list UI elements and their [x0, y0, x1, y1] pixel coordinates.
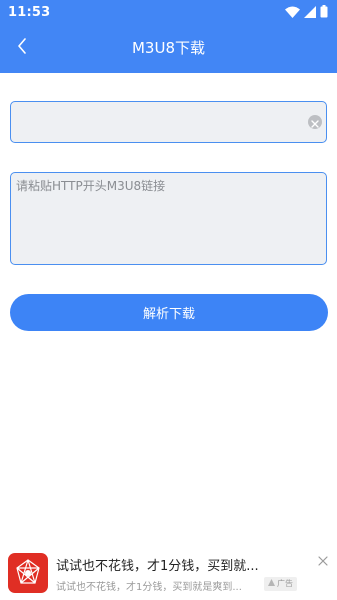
ad-app-logo	[8, 553, 48, 593]
clear-button[interactable]	[308, 115, 322, 129]
m3u8-link-input[interactable]	[10, 172, 327, 265]
ad-badge-label: 广告	[277, 579, 293, 588]
wifi-icon	[285, 3, 300, 22]
status-time: 11:53	[8, 4, 51, 20]
toolbar: M3U8下载	[0, 24, 337, 73]
close-icon	[318, 551, 328, 570]
parse-download-button[interactable]: 解析下载	[10, 294, 328, 331]
ad-subtitle: 试试也不花钱，才1分钱，买到就是爽到...	[56, 582, 242, 593]
page-title: M3U8下载	[131, 39, 205, 57]
status-bar: 11:53	[0, 0, 337, 24]
battery-icon	[320, 3, 328, 22]
back-button[interactable]	[8, 34, 36, 62]
ad-badge: 广告	[264, 577, 297, 591]
chevron-left-icon	[17, 38, 27, 58]
status-icons	[285, 3, 328, 22]
ad-close-button[interactable]	[316, 553, 330, 567]
ad-banner[interactable]: 试试也不花钱，才1分钱，买到就... 试试也不花钱，才1分钱，买到就是爽到...…	[0, 548, 337, 600]
url-field[interactable]	[10, 101, 327, 143]
cellular-signal-icon	[304, 3, 316, 22]
ad-mark-icon	[268, 577, 275, 591]
clear-icon	[311, 113, 319, 132]
app-header: 11:53 M3U8下载	[0, 0, 337, 73]
ad-title: 试试也不花钱，才1分钱，买到就...	[56, 559, 259, 574]
